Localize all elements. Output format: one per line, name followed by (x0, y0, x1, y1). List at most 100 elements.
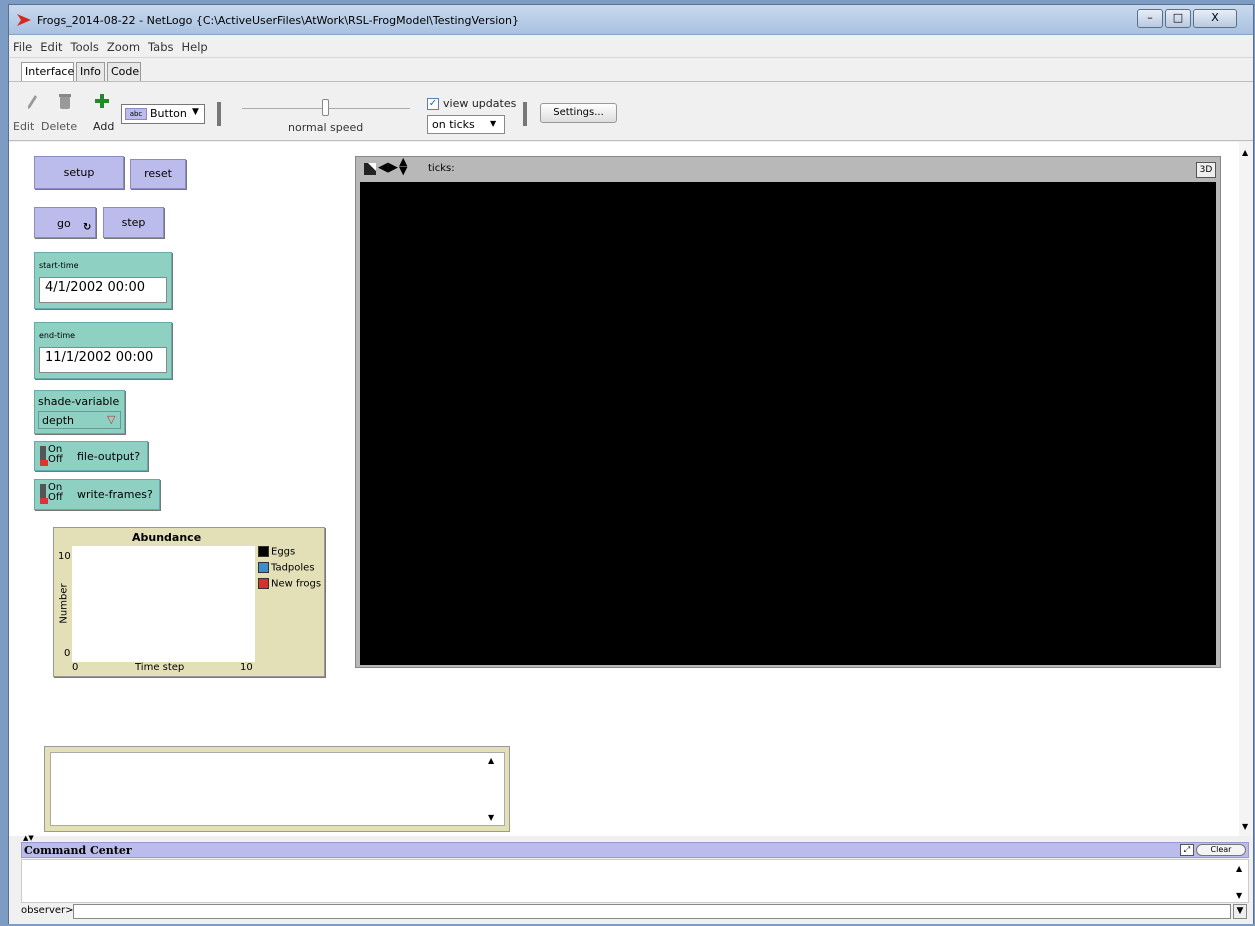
go-label: go (57, 217, 71, 230)
reset-button[interactable]: reset (130, 159, 186, 189)
tab-info[interactable]: Info (76, 62, 105, 82)
scroll-down-icon[interactable]: ▼ (1242, 822, 1248, 831)
forever-icon: ↻ (83, 222, 92, 233)
menu-zoom[interactable]: Zoom (103, 36, 144, 54)
scroll-down-icon[interactable]: ▼ (488, 813, 494, 822)
toolbar: Edit Delete Add abc Button ▼ normal spee… (9, 81, 1253, 141)
scroll-up-icon[interactable]: ▲ (488, 756, 494, 765)
menu-help[interactable]: Help (178, 36, 212, 54)
end-time-field[interactable]: 11/1/2002 00:00 (39, 347, 167, 373)
chevron-down-icon: ▼ (192, 107, 199, 117)
file-output-switch[interactable]: On Off file-output? (34, 441, 148, 471)
workspace-scrollbar[interactable]: ▲ ▼ (1239, 142, 1253, 836)
output-widget[interactable]: ▲ ▼ (44, 746, 510, 832)
command-prompt-label: observer> (21, 905, 74, 916)
triangle-down-icon: ▽ (107, 413, 116, 426)
trash-icon[interactable] (59, 94, 71, 110)
interface-workspace: setup reset go ↻ step start-time 4/1/200… (9, 142, 1253, 836)
setup-button[interactable]: setup (34, 156, 124, 189)
netlogo-logo-icon (17, 14, 31, 26)
command-center-title: Command Center (24, 844, 132, 857)
plot-xlabel: Time step (135, 662, 185, 673)
shade-variable-select[interactable]: depth ▽ (38, 411, 121, 429)
view-header: ◀▶ ▲ ▼ ticks: 3D (356, 156, 1220, 182)
splitter-arrows-icon[interactable]: ▲▼ (23, 834, 34, 842)
view-updates-checkbox[interactable]: ✓ (427, 98, 439, 110)
chevron-down-icon[interactable]: ▼ (1233, 904, 1247, 919)
plot-legend: Eggs Tadpoles New frogs (258, 546, 326, 594)
command-input[interactable] (73, 904, 1231, 919)
view-updates-label: view updates (443, 97, 517, 110)
delete-label[interactable]: Delete (41, 120, 77, 133)
plot-ylabel: Number (58, 583, 70, 624)
menu-tabs[interactable]: Tabs (144, 36, 177, 54)
minimize-button[interactable]: – (1137, 9, 1163, 28)
switch-off-indicator (40, 460, 48, 466)
horizontal-arrows-icon[interactable]: ◀▶ (378, 160, 398, 175)
separator (217, 102, 221, 126)
write-frames-label: write-frames? (77, 488, 153, 501)
go-button[interactable]: go ↻ (34, 207, 96, 238)
output-area[interactable] (50, 752, 505, 826)
legend-swatch (258, 546, 269, 557)
edit-label[interactable]: Edit (13, 120, 34, 133)
end-time-input[interactable]: end-time 11/1/2002 00:00 (34, 322, 172, 379)
switch-off-indicator (40, 498, 48, 504)
switch-off-label: Off (48, 454, 63, 465)
start-time-label: start-time (39, 261, 79, 270)
widget-type-value: Button (150, 107, 187, 120)
plot-area (72, 546, 255, 662)
scroll-down-icon[interactable]: ▼ (1236, 891, 1242, 900)
command-history[interactable]: ▲ ▼ (21, 859, 1249, 903)
clear-button[interactable]: Clear (1196, 844, 1246, 856)
tab-interface[interactable]: Interface (21, 62, 74, 82)
scroll-up-icon[interactable]: ▲ (1236, 864, 1242, 873)
legend-swatch (258, 562, 269, 573)
close-button[interactable]: X (1193, 9, 1237, 28)
button-widget-icon: abc (125, 108, 147, 120)
plot-title: Abundance (132, 531, 202, 544)
start-time-input[interactable]: start-time 4/1/2002 00:00 (34, 252, 172, 309)
menu-bar: File Edit Tools Zoom Tabs Help (9, 36, 1253, 58)
plot-ymin: 0 (64, 648, 71, 659)
legend-swatch (258, 578, 269, 589)
menu-tools[interactable]: Tools (67, 36, 103, 54)
world-view[interactable]: ◀▶ ▲ ▼ ticks: 3D (355, 156, 1221, 668)
shade-variable-chooser[interactable]: shade-variable depth ▽ (34, 390, 125, 434)
legend-entry-eggs: Eggs (258, 546, 326, 562)
resize-icon[interactable] (364, 163, 376, 175)
step-button[interactable]: step (103, 207, 164, 238)
plot-xmin: 0 (72, 662, 79, 673)
command-center-header: Command Center ⤢ Clear (21, 842, 1249, 858)
vertical-arrows-icon[interactable]: ▲ ▼ (399, 156, 407, 176)
speed-slider-thumb[interactable] (322, 99, 329, 116)
plot-ymax: 10 (58, 551, 71, 562)
menu-edit[interactable]: Edit (36, 36, 66, 54)
add-icon[interactable] (95, 94, 109, 108)
write-frames-switch[interactable]: On Off write-frames? (34, 479, 160, 510)
title-bar: Frogs_2014-08-22 - NetLogo {C:\ActiveUse… (9, 5, 1253, 35)
shade-variable-label: shade-variable (38, 395, 120, 408)
legend-entry-tadpoles: Tadpoles (258, 562, 326, 578)
scroll-up-icon[interactable]: ▲ (1242, 148, 1248, 157)
abundance-plot[interactable]: Abundance 10 0 Number 0 Time step 10 Egg… (53, 527, 325, 677)
three-d-button[interactable]: 3D (1196, 162, 1216, 178)
end-time-label: end-time (39, 331, 76, 340)
maximize-button[interactable]: □ (1165, 9, 1191, 28)
window-title: Frogs_2014-08-22 - NetLogo {C:\ActiveUse… (37, 14, 519, 27)
command-center: ▲▼ Command Center ⤢ Clear ▲ ▼ observer> … (9, 834, 1253, 924)
widget-type-select[interactable]: abc Button ▼ (121, 104, 205, 124)
legend-entry-new-frogs: New frogs (258, 578, 326, 594)
start-time-field[interactable]: 4/1/2002 00:00 (39, 277, 167, 303)
tab-code[interactable]: Code (107, 62, 141, 82)
pencil-icon[interactable] (26, 94, 38, 110)
file-output-label: file-output? (77, 450, 141, 463)
netlogo-window: Frogs_2014-08-22 - NetLogo {C:\ActiveUse… (8, 4, 1254, 924)
menu-file[interactable]: File (9, 36, 36, 54)
speed-label: normal speed (288, 121, 364, 134)
settings-button[interactable]: Settings... (540, 103, 617, 123)
add-label[interactable]: Add (93, 120, 114, 133)
update-mode-select[interactable]: on ticks ▼ (427, 115, 505, 134)
world-canvas[interactable] (360, 182, 1216, 665)
maximize-icon[interactable]: ⤢ (1180, 844, 1194, 856)
